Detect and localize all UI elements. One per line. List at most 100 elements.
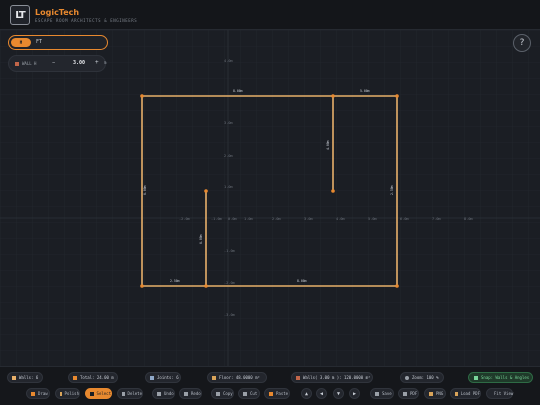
wall-height-increase-button[interactable]: +: [95, 59, 99, 66]
floor-area: Floor: 48.0000 m²: [219, 375, 260, 380]
trash-icon: [122, 391, 125, 396]
pdf-button[interactable]: PDF: [398, 388, 419, 399]
help-icon[interactable]: ?: [513, 34, 531, 52]
floor-stat: Floor: 48.0000 m²: [207, 372, 267, 383]
paste-icon: [269, 391, 273, 396]
select-button[interactable]: Select: [85, 388, 112, 399]
joint[interactable]: [331, 94, 335, 98]
copy-icon: [216, 391, 220, 396]
axis-label: 4.0m: [224, 59, 233, 63]
snap-icon: [474, 375, 478, 380]
wall-area-stat: Walls( 3.00 m ): 120.0000 m²: [291, 372, 373, 383]
axis-label: -1.0m: [224, 249, 235, 253]
ruler-icon: [12, 375, 16, 380]
unit-toggle[interactable]: FT: [36, 39, 42, 45]
joint[interactable]: [331, 189, 335, 193]
cut-button[interactable]: Cut: [238, 388, 260, 399]
folder-icon: [455, 391, 458, 396]
wall-dimension: 2.50m: [390, 185, 394, 195]
undo-label: Undo: [164, 391, 174, 396]
wall-dimension: 5.00m: [360, 89, 370, 93]
snap-toggle[interactable]: Snap: Walls & Angles: [468, 372, 533, 383]
axis-label: 1.0m: [244, 217, 253, 221]
redo-button[interactable]: Redo: [179, 388, 202, 399]
wall-dimension: 2.50m: [170, 279, 180, 283]
paste-button[interactable]: Paste: [264, 388, 290, 399]
load-pdf-button[interactable]: Load PDF: [450, 388, 481, 399]
pan-up-button[interactable]: ▲: [301, 388, 312, 399]
wall-height-control: WALL H − 3.00 + m: [8, 55, 106, 72]
total-length: Total: 24.00 m: [80, 375, 114, 380]
undo-button[interactable]: Undo: [152, 388, 175, 399]
walls-stat: Walls: 6: [7, 372, 43, 383]
wall-dimension: 6.00m: [143, 185, 147, 195]
joint[interactable]: [204, 284, 208, 288]
wall-dimension: 4.00m: [326, 140, 330, 150]
cut-label: Cut: [250, 391, 258, 396]
undo-icon: [157, 391, 161, 396]
save-icon: [375, 391, 379, 396]
joints-count: Joints: 6: [157, 375, 179, 380]
png-label: PNG: [436, 391, 444, 396]
joint[interactable]: [140, 94, 144, 98]
mode-tab-m[interactable]: M: [11, 38, 31, 47]
load-pdf-label: Load PDF: [460, 391, 480, 396]
app-name: LogicTech: [35, 8, 80, 17]
logo-icon: LT: [10, 5, 30, 25]
wall-dimension: 6.00m: [199, 234, 203, 244]
redo-icon: [184, 391, 188, 396]
mode-selector[interactable]: M FT: [8, 35, 108, 50]
pan-left-button[interactable]: ◀: [316, 388, 327, 399]
axis-label: 8.0m: [464, 217, 473, 221]
joint[interactable]: [395, 94, 399, 98]
wall-dimension: 8.00m: [297, 279, 307, 283]
axis-label: 6.0m: [400, 217, 409, 221]
copy-button[interactable]: Copy: [211, 388, 234, 399]
axis-label: 2.0m: [224, 154, 233, 158]
wall-area: Walls( 3.00 m ): 120.0000 m²: [303, 375, 371, 380]
total-stat: Total: 24.00 m: [68, 372, 118, 383]
pan-down-button[interactable]: ▼: [333, 388, 344, 399]
draw-icon: [31, 391, 35, 396]
fit-view-label: Fit View: [494, 391, 514, 396]
grid: [0, 30, 540, 366]
drawing-canvas[interactable]: -2.0m -1.0m 0.0m 1.0m 2.0m 3.0m 4.0m 5.0…: [0, 30, 540, 366]
area-icon: [296, 375, 300, 380]
paste-label: Paste: [276, 391, 289, 396]
wall-height-value[interactable]: 3.00: [73, 60, 85, 66]
polish-icon: [60, 391, 62, 396]
axis-label: -1.0m: [211, 217, 222, 221]
pan-right-button[interactable]: ▶: [349, 388, 360, 399]
snap-label: Snap: Walls & Angles: [481, 375, 530, 380]
axis-label: 3.0m: [224, 121, 233, 125]
axis-label: 1.0m: [224, 185, 233, 189]
png-button[interactable]: PNG: [424, 388, 446, 399]
draw-button[interactable]: Draw: [26, 388, 50, 399]
floor-plan-svg[interactable]: -2.0m -1.0m 0.0m 1.0m 2.0m 3.0m 4.0m 5.0…: [0, 30, 540, 366]
zoom-level: Zoom: 100 %: [412, 375, 439, 380]
joint[interactable]: [204, 189, 208, 193]
delete-button[interactable]: Delete: [117, 388, 143, 399]
wall-height-unit: m: [104, 60, 107, 65]
app-header: LT LogicTech ESCAPE ROOM ARCHITECTS & EN…: [0, 0, 540, 30]
joints-stat: Joints: 6: [145, 372, 181, 383]
walls-count: Walls: 6: [19, 375, 39, 380]
fit-view-button[interactable]: Fit View: [486, 388, 513, 399]
axis-label: 5.0m: [368, 217, 377, 221]
axis-label: 0.0m: [228, 217, 237, 221]
joint[interactable]: [395, 284, 399, 288]
select-label: Select: [96, 391, 111, 396]
wall-icon: [15, 62, 19, 66]
floor-icon: [212, 375, 216, 380]
zoom-icon: [405, 375, 409, 380]
cut-icon: [243, 391, 247, 396]
axis-label: 4.0m: [336, 217, 345, 221]
wall-height-decrease-button[interactable]: −: [52, 60, 55, 66]
delete-label: Delete: [127, 391, 142, 396]
copy-label: Copy: [223, 391, 233, 396]
joint[interactable]: [140, 284, 144, 288]
save-button[interactable]: Save: [370, 388, 394, 399]
joint-icon: [150, 375, 154, 380]
polish-button[interactable]: Polish: [55, 388, 80, 399]
app-subtitle: ESCAPE ROOM ARCHITECTS & ENGINEERS: [35, 18, 138, 23]
